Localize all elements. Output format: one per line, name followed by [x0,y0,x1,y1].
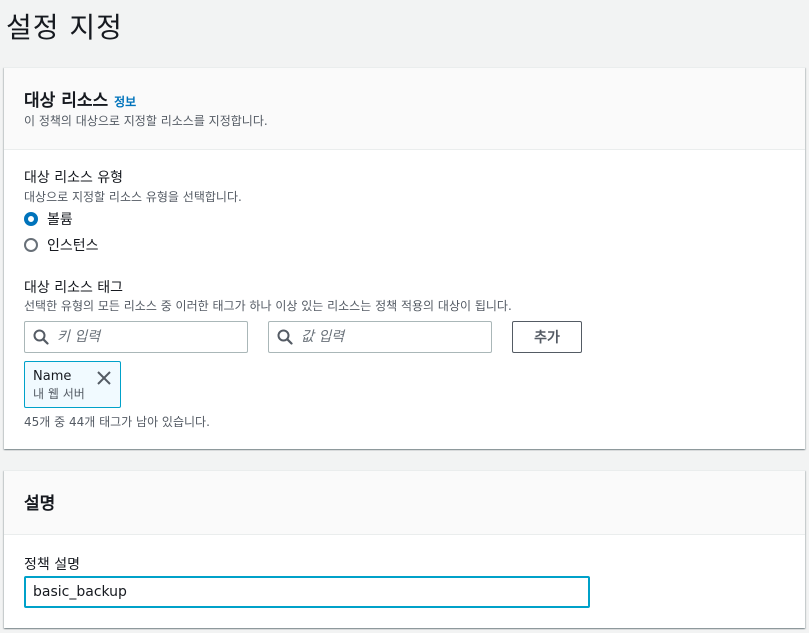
tag-token-value: 내 웹 서버 [33,387,85,401]
target-resources-header: 대상 리소스 정보 이 정책의 대상으로 지정할 리소스를 지정합니다. [4,68,805,150]
target-resources-panel: 대상 리소스 정보 이 정책의 대상으로 지정할 리소스를 지정합니다. 대상 … [4,67,805,449]
tag-key-search[interactable] [24,321,248,353]
resource-type-description: 대상으로 지정할 리소스 유형을 선택합니다. [24,190,242,204]
policy-description-label: 정책 설명 [24,557,80,573]
close-icon[interactable] [96,370,112,386]
tags-remaining: 45개 중 44개 태그가 남아 있습니다. [24,415,210,429]
tag-key-input[interactable] [57,329,227,345]
section-title: 대상 리소스 [24,91,109,111]
section-description: 이 정책의 대상으로 지정할 리소스를 지정합니다. [24,114,268,128]
radio-volume-label: 볼륨 [47,212,73,228]
policy-description-input[interactable] [24,576,590,608]
info-link[interactable]: 정보 [114,93,136,110]
description-header: 설명 [4,471,805,535]
description-panel: 설명 정책 설명 [4,470,805,628]
add-tag-button[interactable]: 추가 [512,321,582,353]
tags-label: 대상 리소스 태그 [24,280,124,296]
radio-instance[interactable]: 인스턴스 [24,235,99,255]
radio-volume[interactable]: 볼륨 [24,209,73,229]
radio-instance-indicator[interactable] [24,238,38,252]
resource-type-label: 대상 리소스 유형 [24,170,124,186]
tag-token: Name 내 웹 서버 [24,361,121,408]
search-icon [277,329,293,345]
page-title: 설정 지정 [6,11,123,44]
description-section-title: 설명 [24,494,56,514]
search-icon [33,329,49,345]
tag-value-input[interactable] [301,329,471,345]
tags-description: 선택한 유형의 모든 리소스 중 이러한 태그가 하나 이상 있는 리소스는 정… [24,299,512,313]
radio-instance-label: 인스턴스 [47,238,99,254]
radio-volume-indicator[interactable] [24,212,38,226]
tag-value-search[interactable] [268,321,492,353]
